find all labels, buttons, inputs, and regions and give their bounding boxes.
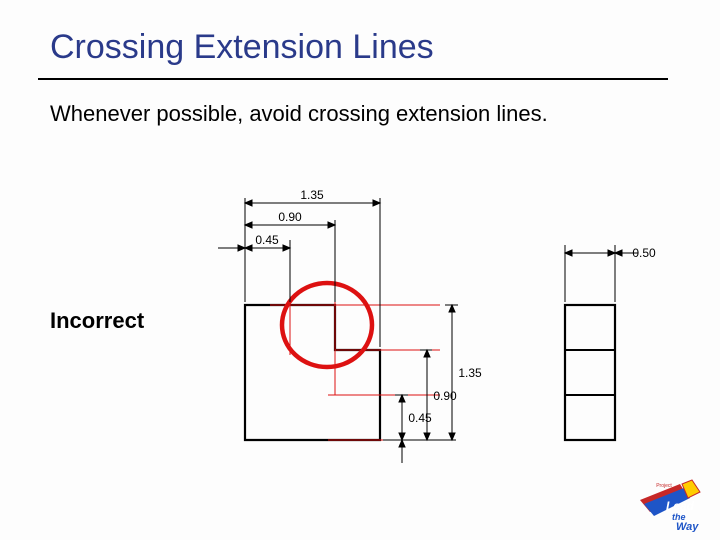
dim-side-label: 0.50: [632, 246, 656, 260]
drawing-stage: 1.35 0.90 0.45 1.35 0.90 0.45: [170, 185, 690, 485]
pltw-logo: Project Lead the Way: [636, 478, 706, 532]
dim-v3: 0.45: [408, 411, 432, 425]
dim-v1: 1.35: [458, 366, 482, 380]
svg-text:Lead: Lead: [666, 499, 695, 513]
dim-side: [565, 245, 638, 302]
label-incorrect: Incorrect: [50, 308, 144, 334]
dim-h1: 1.35: [300, 188, 324, 202]
dim-h2: 0.90: [278, 210, 302, 224]
slide-title: Crossing Extension Lines: [50, 28, 434, 67]
title-underline: [38, 78, 668, 80]
side-view: [565, 305, 615, 440]
red-extension-lines: [270, 240, 440, 440]
highlight-circle: [282, 283, 372, 367]
svg-text:Way: Way: [676, 521, 699, 532]
svg-text:Project: Project: [656, 483, 672, 489]
front-view: [245, 305, 380, 440]
dim-v2: 0.90: [433, 389, 457, 403]
body-text: Whenever possible, avoid crossing extens…: [50, 100, 548, 128]
dim-verticals: [383, 305, 458, 463]
dim-h3: 0.45: [255, 233, 279, 247]
